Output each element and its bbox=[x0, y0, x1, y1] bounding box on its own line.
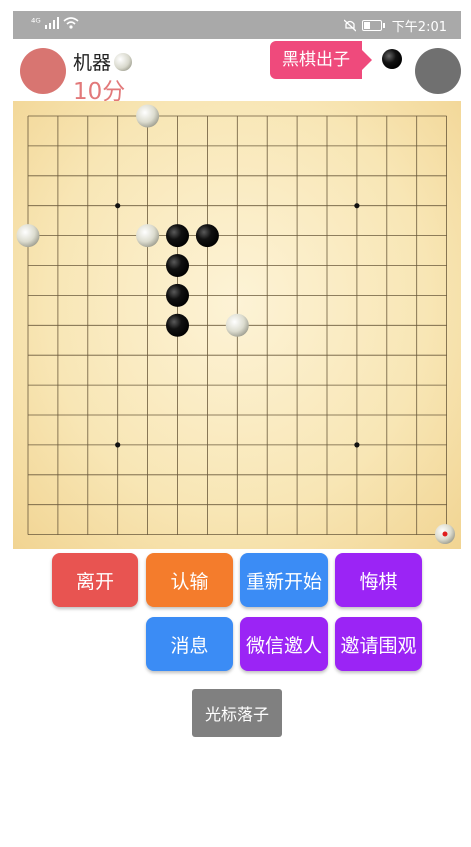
star-point bbox=[115, 442, 121, 448]
battery-icon bbox=[361, 20, 385, 31]
opponent-avatar[interactable] bbox=[20, 48, 66, 94]
black-stone bbox=[166, 283, 189, 307]
black-stone bbox=[166, 254, 189, 277]
black-stone bbox=[195, 224, 219, 248]
black-stone bbox=[166, 224, 189, 248]
game-header: 机器 10分 黑棋出子 bbox=[13, 40, 461, 105]
invite-watch-button[interactable]: 邀请围观 bbox=[335, 617, 422, 671]
status-left: ⁴ᴳ bbox=[31, 16, 79, 29]
star-point bbox=[354, 442, 360, 448]
signal-icon: ⁴ᴳ bbox=[31, 16, 41, 29]
cursor-place-button[interactable]: 光标落子 bbox=[192, 689, 282, 737]
black-stone bbox=[166, 313, 189, 337]
message-button[interactable]: 消息 bbox=[146, 617, 233, 671]
restart-button[interactable]: 重新开始 bbox=[240, 553, 328, 607]
signal-bars-icon bbox=[44, 16, 59, 29]
opponent-name: 机器 bbox=[73, 52, 112, 74]
wechat-invite-button[interactable]: 微信邀人 bbox=[240, 617, 328, 671]
gomoku-board[interactable] bbox=[13, 101, 461, 549]
white-stone bbox=[136, 104, 160, 128]
mute-icon bbox=[343, 19, 356, 32]
red-dot-icon bbox=[442, 531, 448, 537]
white-stone bbox=[225, 313, 249, 337]
turn-indicator: 黑棋出子 bbox=[270, 41, 372, 79]
star-point bbox=[354, 203, 360, 209]
board-grid[interactable] bbox=[13, 101, 461, 549]
status-time: 下午2:01 bbox=[391, 20, 447, 35]
white-stone bbox=[16, 224, 40, 248]
star-point bbox=[115, 203, 121, 209]
resign-button[interactable]: 认输 bbox=[146, 553, 233, 607]
status-right: 下午2:01 bbox=[343, 16, 447, 35]
undo-button[interactable]: 悔棋 bbox=[335, 553, 422, 607]
wifi-icon bbox=[63, 16, 79, 29]
self-avatar[interactable] bbox=[415, 48, 461, 94]
white-stone-icon bbox=[114, 52, 133, 71]
leave-button[interactable]: 离开 bbox=[52, 553, 138, 607]
black-stone-icon bbox=[382, 49, 402, 69]
opponent-name-row: 机器 bbox=[73, 48, 133, 75]
white-stone bbox=[136, 224, 160, 248]
status-bar: ⁴ᴳ 下午2:01 bbox=[13, 11, 461, 39]
